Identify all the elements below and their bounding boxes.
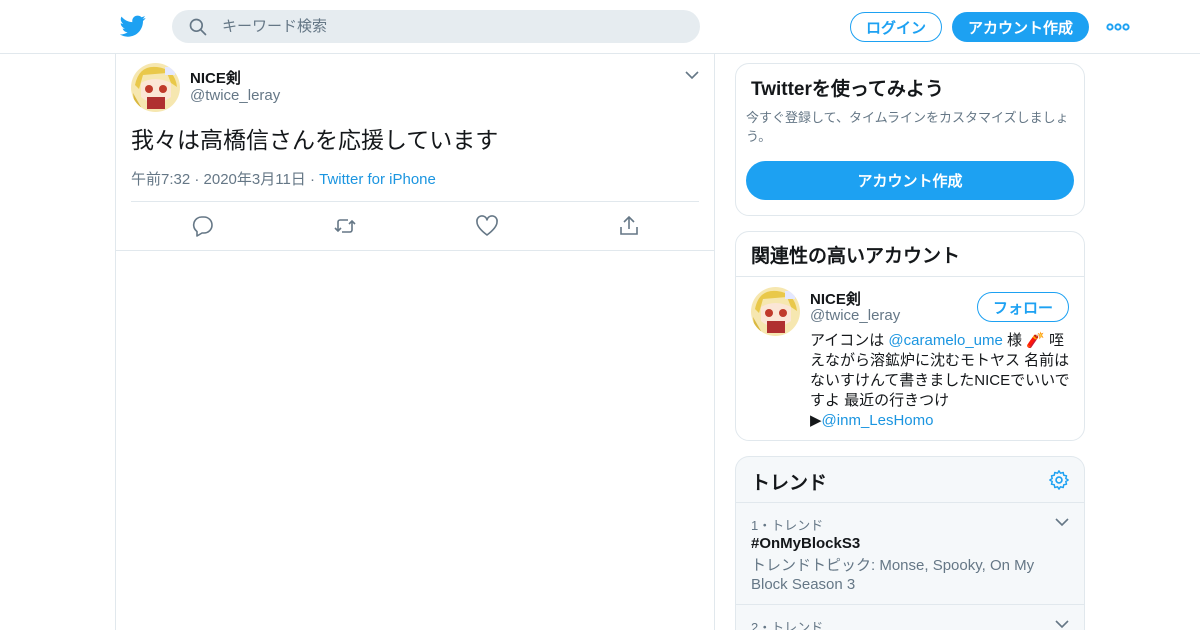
more-dots-icon[interactable]	[1106, 18, 1130, 36]
divider	[131, 201, 699, 202]
trend-description: トレンドトピック: Monse, Spooky, On My Block Sea…	[751, 557, 1035, 593]
divider	[736, 276, 1084, 277]
tweet-timestamp[interactable]: 午前7:32 · 2020年3月11日 ·	[131, 171, 319, 188]
avatar-image	[131, 63, 180, 112]
search-bar[interactable]	[172, 10, 700, 43]
author-handle[interactable]: @twice_leray	[190, 87, 280, 104]
retweet-icon[interactable]	[333, 214, 357, 238]
like-icon[interactable]	[475, 214, 499, 238]
related-accounts-title: 関連性の高いアカウント	[751, 246, 961, 267]
bio-mention-link[interactable]: @caramelo_ume	[888, 332, 1002, 349]
trends-card: トレンド 1・トレンド #OnMyBlockS3 トレンドトピック: Monse…	[735, 456, 1085, 630]
trends-title: トレンド	[751, 473, 828, 494]
divider	[116, 250, 714, 251]
divider	[736, 604, 1084, 605]
avatar[interactable]	[131, 63, 180, 112]
follow-button[interactable]: フォロー	[977, 292, 1069, 322]
related-account-bio: アイコンは @caramelo_ume 様 🧨 咥えながら溶鉱炉に沈むモトヤス …	[810, 331, 1072, 431]
avatar[interactable]	[751, 287, 800, 336]
chevron-down-icon[interactable]	[1054, 616, 1070, 630]
gear-icon[interactable]	[1048, 469, 1070, 491]
related-account-name[interactable]: NICE剣	[810, 288, 861, 309]
search-icon	[189, 18, 207, 36]
tweet-column: NICE剣 @twice_leray 我々は高橋信さんを応援しています 午前7:…	[115, 54, 715, 630]
trend-rank: 1・トレンド	[751, 518, 824, 533]
share-icon[interactable]	[617, 214, 641, 238]
tweet-text: 我々は高橋信さんを応援しています	[131, 127, 499, 153]
trend-name-link[interactable]: #OnMyBlockS3	[751, 535, 860, 552]
related-accounts-card: 関連性の高いアカウント NICE剣 @twice_leray フォロー アイコン…	[735, 231, 1085, 441]
bio-text: アイコンは	[810, 332, 889, 349]
signup-card: Twitterを使ってみよう 今すぐ登録して、タイムラインをカスタマイズしましょ…	[735, 63, 1085, 216]
chevron-down-icon[interactable]	[684, 67, 700, 83]
tweet-source-link[interactable]: Twitter for iPhone	[319, 171, 436, 188]
signup-card-title: Twitterを使ってみよう	[751, 79, 944, 100]
bio-mention-link[interactable]: @inm_LesHomo	[822, 412, 934, 429]
reply-icon[interactable]	[191, 214, 215, 238]
login-button[interactable]: ログイン	[850, 12, 942, 42]
top-header: ログイン アカウント作成	[0, 0, 1200, 54]
trend-rank: 2・トレンド	[751, 620, 824, 630]
signup-button[interactable]: アカウント作成	[952, 12, 1089, 42]
avatar-image	[751, 287, 800, 336]
twitter-bird-icon[interactable]	[120, 13, 146, 39]
chevron-down-icon[interactable]	[1054, 514, 1070, 530]
tweet-actions	[116, 214, 714, 238]
signup-card-button[interactable]: アカウント作成	[746, 161, 1074, 200]
search-input[interactable]	[222, 10, 682, 43]
signup-card-description: 今すぐ登録して、タイムラインをカスタマイズしましょう。	[746, 110, 1069, 144]
divider	[736, 502, 1084, 503]
related-account-handle[interactable]: @twice_leray	[810, 307, 900, 324]
tweet-meta: 午前7:32 · 2020年3月11日 · Twitter for iPhone	[131, 168, 436, 189]
author-name[interactable]: NICE剣	[190, 67, 241, 88]
